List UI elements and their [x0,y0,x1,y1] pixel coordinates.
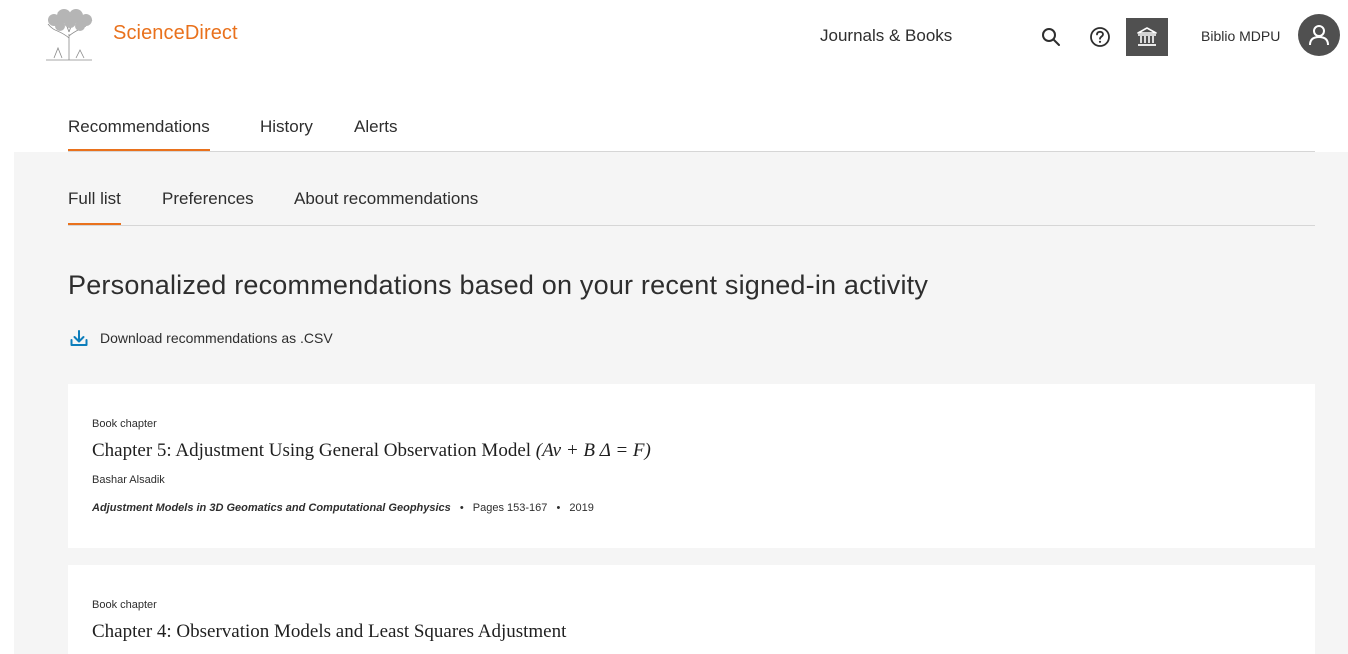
tab-full-list[interactable]: Full list [68,189,121,225]
user-avatar-icon[interactable] [1298,14,1340,56]
tab-history[interactable]: History [260,117,313,137]
secondary-tabs: Full list Preferences About recommendati… [68,175,1315,226]
result-source-title: Adjustment Models in 3D Geomatics and Co… [92,502,451,514]
result-title-text: Chapter 5: Adjustment Using General Obse… [92,440,532,461]
help-icon[interactable] [1087,24,1113,50]
download-csv-label: Download recommendations as .CSV [100,330,333,346]
result-title-link[interactable]: Chapter 5: Adjustment Using General Obse… [92,440,651,462]
result-source: Adjustment Models in 3D Geomatics and Co… [92,502,594,514]
result-author: Bashar Alsadik [92,474,165,486]
download-csv-link[interactable]: Download recommendations as .CSV [68,327,333,349]
separator-dot: • [459,502,464,514]
tab-alerts[interactable]: Alerts [354,117,397,137]
separator-dot: • [556,502,561,514]
institution-icon[interactable] [1126,18,1168,56]
result-title-math: (Av + B Δ = F) [535,440,651,461]
search-icon[interactable] [1038,24,1064,50]
result-title-link[interactable]: Chapter 4: Observation Models and Least … [92,621,566,643]
site-header: ScienceDirect Journals & Books Biblio MD… [0,0,1348,75]
primary-tabs: Recommendations History Alerts [68,100,1315,152]
result-pages: Pages 153-167 [472,502,548,514]
result-card: Book chapter Chapter 4: Observation Mode… [68,565,1315,654]
brand-link[interactable]: ScienceDirect [113,22,238,45]
result-type: Book chapter [92,418,157,430]
download-icon [68,327,90,349]
tab-preferences[interactable]: Preferences [162,189,254,209]
tab-recommendations[interactable]: Recommendations [68,117,210,151]
user-name-link[interactable]: Biblio MDPU [1201,28,1280,44]
result-year: 2019 [569,502,594,514]
result-type: Book chapter [92,599,157,611]
page-title: Personalized recommendations based on yo… [68,270,929,300]
journals-books-link[interactable]: Journals & Books [820,26,952,46]
result-card: Book chapter Chapter 5: Adjustment Using… [68,384,1315,548]
elsevier-logo-icon[interactable] [40,8,98,64]
tab-about-recommendations[interactable]: About recommendations [294,189,478,209]
